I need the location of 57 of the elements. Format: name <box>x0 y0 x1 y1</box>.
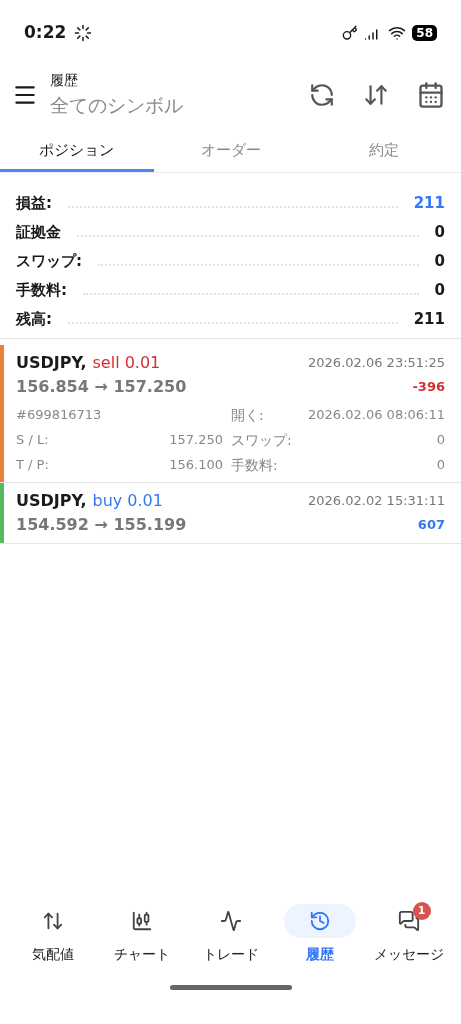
nav-tab[interactable]: 1 メッセージ <box>366 904 451 965</box>
close-time: 2026.02.02 15:31:11 <box>308 492 445 511</box>
ticket-number: #699816713 <box>16 406 103 424</box>
detail-value: 2026.02.06 08:06:11 <box>307 406 445 424</box>
detail-label: 開く: <box>231 406 265 425</box>
loading-icon <box>74 24 93 42</box>
summary-value: 211 <box>413 308 445 330</box>
status-time: 0:22 <box>24 21 67 45</box>
symbol: USDJPY, <box>16 490 87 512</box>
sort-icon[interactable] <box>363 82 389 108</box>
chat-icon <box>397 910 420 932</box>
tab[interactable]: 約定 <box>307 132 461 172</box>
price-change: 156.854 → 157.250 <box>16 376 187 398</box>
key-icon <box>342 25 359 41</box>
detail-value: 157.250 <box>169 431 223 449</box>
currency-refresh-icon[interactable] <box>309 82 335 108</box>
summary-value: 0 <box>434 221 445 243</box>
candlestick-icon <box>130 910 153 932</box>
close-time: 2026.02.06 23:51:25 <box>308 354 445 373</box>
summary-label: 損益: <box>16 192 52 214</box>
battery-level: 58 <box>412 25 437 41</box>
nav-tab[interactable]: トレード <box>188 904 273 965</box>
summary-value: 0 <box>434 279 445 301</box>
detail-label: T / P: <box>16 456 50 474</box>
calendar-icon[interactable] <box>417 81 445 109</box>
symbol: USDJPY, <box>16 352 87 374</box>
summary-label: スワップ: <box>16 250 82 272</box>
detail-label: 手数料: <box>231 456 279 475</box>
summary-value: 0 <box>434 250 445 272</box>
line-chart-icon <box>219 910 242 932</box>
detail-label: S / L: <box>16 431 50 449</box>
summary-label: 証拠金 <box>16 221 61 243</box>
detail-value: 0 <box>435 431 445 449</box>
summary-label: 残高: <box>16 308 52 330</box>
position-card[interactable]: USDJPY, sell 0.01 2026.02.06 23:51:25 156.854 → 157.250 -396 #699816713 開く: 2026.02.06 08:06:11 S / L: 157.250 スワップ: 0 T / P: 156.100 手数料: 0 <box>0 345 461 483</box>
position-card[interactable]: USDJPY, buy 0.01 2026.02.02 15:31:11 154.592 → 155.199 607 <box>0 483 461 544</box>
detail-label: スワップ: <box>231 431 292 450</box>
history-icon <box>308 910 331 932</box>
nav-tab[interactable]: 履歴 <box>277 904 362 965</box>
wifi-icon <box>388 24 407 42</box>
profit: 607 <box>417 516 445 535</box>
tab[interactable]: オーダー <box>153 132 308 172</box>
tab[interactable]: ポジション <box>0 132 154 172</box>
detail-value: 0 <box>435 456 445 474</box>
nav-tab[interactable]: チャート <box>99 904 184 965</box>
nav-tab[interactable]: 気配値 <box>10 904 95 965</box>
notification-badge: 1 <box>412 902 431 920</box>
price-change: 154.592 → 155.199 <box>16 514 187 536</box>
trade-action: sell 0.01 <box>92 352 161 374</box>
trade-action: buy 0.01 <box>92 490 163 512</box>
symbol-filter[interactable]: 全てのシンボル <box>50 91 309 120</box>
arrows-icon <box>41 910 64 932</box>
header-title: 履歴 <box>50 71 79 91</box>
summary-label: 手数料: <box>16 279 67 301</box>
profit: -396 <box>412 378 445 397</box>
detail-value: 156.100 <box>169 456 223 474</box>
summary-value: 211 <box>413 192 445 214</box>
